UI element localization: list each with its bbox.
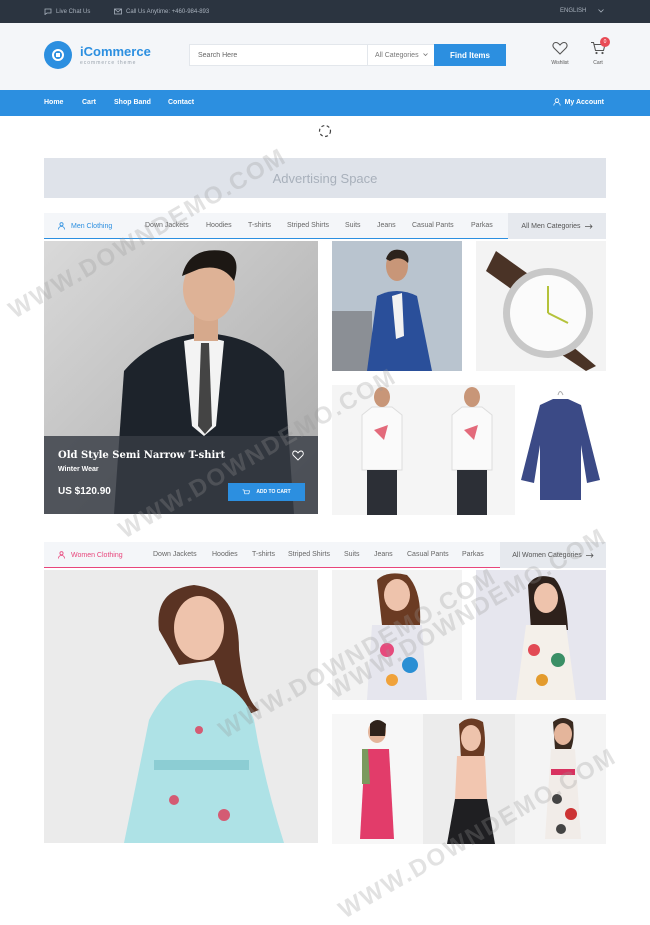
find-items-button[interactable]: Find Items [434,44,506,66]
add-to-cart-button[interactable]: ADD TO CART [228,483,305,501]
women-link-parkas[interactable]: Parkas [462,551,484,558]
men-link-hoodies[interactable]: Hoodies [206,222,232,229]
nav-cart[interactable]: Cart [82,99,96,106]
chevron-down-icon [422,53,428,57]
my-account-label: My Account [564,98,604,106]
nav-contact[interactable]: Contact [168,99,194,106]
logo[interactable]: iCommerce ecommerce theme [44,41,151,69]
men-link-t-shirts[interactable]: T-shirts [248,222,271,229]
live-chat-link[interactable]: Live Chat Us [44,8,90,15]
language-label: ENGLISH [560,8,587,14]
heart-icon [552,41,568,55]
call-info: Call Us Anytime: +460-984-893 [114,8,209,15]
featured-product-title[interactable]: Old Style Semi Narrow T-shirt [58,450,225,461]
featured-product-price: US $120.90 [58,486,111,497]
language-select[interactable]: ENGLISH [560,8,605,14]
user-icon [552,98,561,106]
mail-icon [114,8,122,15]
chevron-down-icon [598,9,605,13]
men-link-jeans[interactable]: Jeans [377,222,396,229]
wishlist-button[interactable]: Wishlist [545,41,575,66]
wishlist-label: Wishlist [551,60,569,66]
top-bar: Live Chat Us Call Us Anytime: +460-984-8… [0,0,650,23]
women-category-label: Women Clothing [71,551,123,559]
advertising-banner[interactable]: Advertising Space [44,158,606,198]
main-nav: Home Cart Shop Band Contact My Account [0,90,650,116]
featured-product-subtitle: Winter Wear [58,466,99,473]
header: iCommerce ecommerce theme All Categories… [0,23,650,90]
man-blue-blazer-image [332,241,462,371]
women-link-t-shirts[interactable]: T-shirts [252,551,275,558]
loading-spinner-icon [318,124,332,138]
dotted-shirt-image [515,385,606,515]
nav-shop-band[interactable]: Shop Band [114,99,151,106]
floral-top-image [332,570,462,700]
all-women-categories-link[interactable]: All Women Categories [500,542,606,568]
cart-button[interactable]: 0 Cart [583,37,613,66]
cart-count-badge: 0 [600,37,610,47]
all-men-categories-link[interactable]: All Men Categories [508,213,606,239]
men-product-tile[interactable] [515,385,606,515]
men-link-casual-pants[interactable]: Casual Pants [412,222,454,229]
men-link-striped-shirts[interactable]: Striped Shirts [287,222,329,229]
men-link-parkas[interactable]: Parkas [471,222,493,229]
women-link-down-jackets[interactable]: Down Jackets [153,551,197,558]
blouse-black-skirt-image [423,714,515,844]
all-men-categories-label: All Men Categories [521,222,581,230]
featured-product-overlay: Old Style Semi Narrow T-shirt Winter Wea… [44,436,318,514]
logo-mark-icon [44,41,72,69]
women-featured-image[interactable] [44,570,318,843]
men-category-label: Men Clothing [71,222,113,230]
women-link-casual-pants[interactable]: Casual Pants [407,551,449,558]
user-icon [58,222,65,230]
men-product-tile[interactable] [332,385,515,515]
advertising-label: Advertising Space [272,170,378,186]
live-chat-label: Live Chat Us [56,8,91,15]
brand-name: iCommerce [80,43,151,59]
all-women-categories-label: All Women Categories [512,551,582,559]
women-link-jeans[interactable]: Jeans [374,551,393,558]
men-category-title[interactable]: Men Clothing [58,222,112,230]
printed-maxi-dress-image [515,714,606,844]
floral-dress-image [476,570,606,700]
wristwatch-image [476,241,606,371]
women-link-hoodies[interactable]: Hoodies [212,551,238,558]
cart-label: Cart [593,60,603,66]
men-category-bar: Men Clothing Down Jackets Hoodies T-shir… [44,213,606,239]
add-to-cart-label: ADD TO CART [256,489,291,495]
nav-home[interactable]: Home [44,99,63,106]
brand-tagline: ecommerce theme [80,59,137,66]
call-text: Call Us Anytime: +460-984-893 [126,8,210,15]
women-category-bar: Women Clothing Down Jackets Hoodies T-sh… [44,542,606,568]
cart-icon [242,488,251,494]
men-tshirts-image [332,385,515,515]
chat-icon [44,8,52,15]
woman-in-blue-dress-image [44,570,318,843]
arrow-right-icon [585,552,594,558]
category-select[interactable]: All Categories [367,45,429,65]
search-bar: All Categories Find Items [189,44,506,66]
heart-icon[interactable] [292,450,304,461]
women-product-tile[interactable] [423,714,515,844]
my-account-link[interactable]: My Account [552,98,604,106]
women-product-tile[interactable] [332,570,462,700]
arrow-right-icon [584,223,593,229]
women-product-tile[interactable] [476,570,606,700]
pink-maxi-dress-image [332,714,423,844]
men-product-tile[interactable] [476,241,606,371]
category-select-label: All Categories [375,51,419,59]
men-product-tile[interactable] [332,241,462,371]
search-input[interactable] [190,45,366,65]
women-product-tile[interactable] [515,714,606,844]
women-product-tile[interactable] [332,714,423,844]
user-icon [58,551,65,559]
women-link-suits[interactable]: Suits [344,551,360,558]
women-link-striped-shirts[interactable]: Striped Shirts [288,551,330,558]
women-category-title[interactable]: Women Clothing [58,551,123,559]
men-link-down-jackets[interactable]: Down Jackets [145,222,189,229]
men-link-suits[interactable]: Suits [345,222,361,229]
